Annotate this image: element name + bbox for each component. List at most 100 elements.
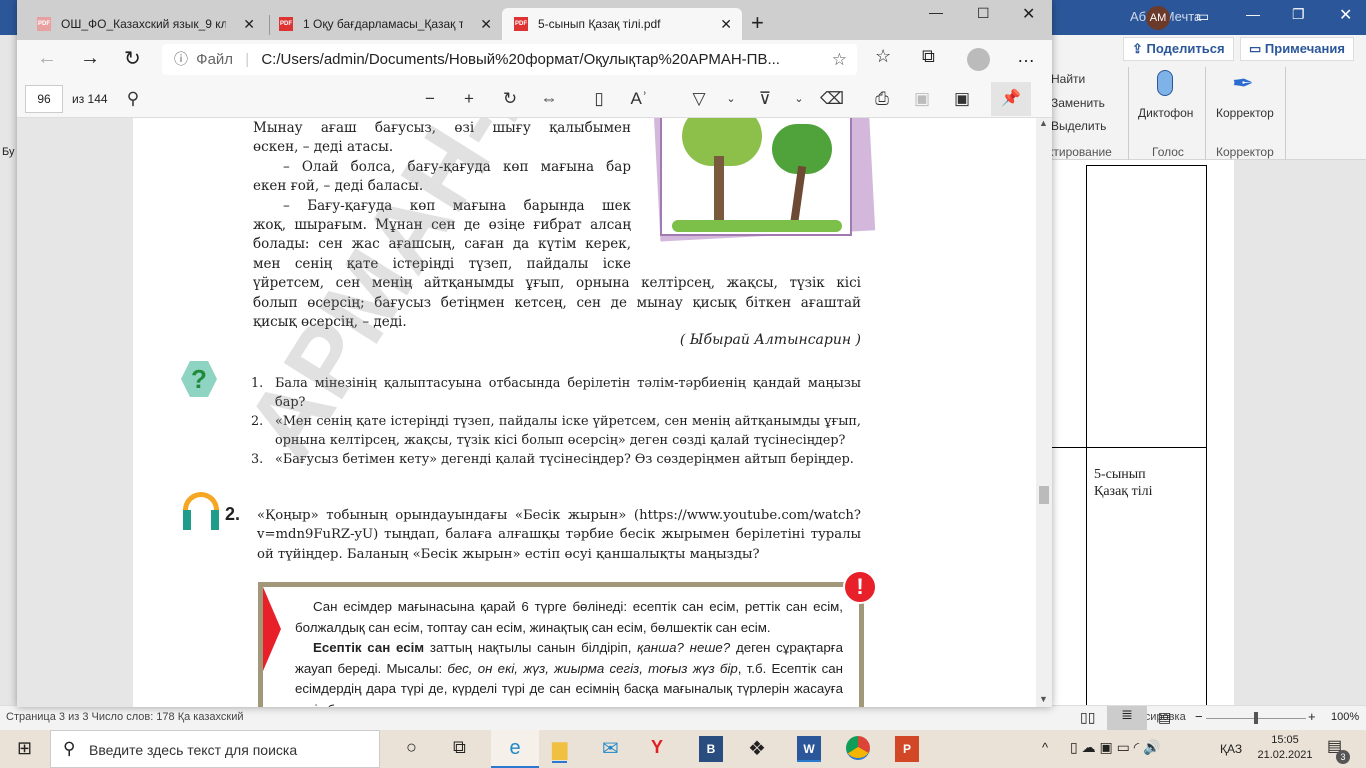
question-item: 3. «Бағусыз бетімен кету» дегенді қалай т… [251,450,861,469]
vpn-app-icon[interactable]: B [699,736,723,762]
task-view-icon[interactable]: ⧉ [453,737,466,758]
print-layout-icon[interactable]: ≣ [1107,706,1147,730]
fit-width-icon[interactable]: ⇔ [537,80,561,118]
task-text: «Қоңыр» тобының орындауындағы «Бесік жыр… [257,508,861,562]
question-icon: ? [181,361,217,397]
dropbox-icon[interactable]: ❖ [748,736,766,761]
note-text: Сан есімдер мағынасына қарай 6 түрге бөл… [295,597,843,707]
favorites-icon[interactable]: ☆ [875,46,891,67]
web-layout-icon[interactable]: ▤ [1158,709,1171,726]
zoom-out-button[interactable]: − [1195,709,1203,724]
tab-3-active[interactable]: PDF 5-сынып Қазақ тілі.pdf ✕ [502,8,742,40]
windows-start-icon[interactable]: ⊞ [17,738,32,759]
chrome-icon[interactable] [846,736,870,760]
avatar[interactable]: AM [1146,6,1170,30]
restore-button[interactable]: ❐ [1292,6,1305,23]
select-button[interactable]: Выделить [1051,119,1106,133]
powerpoint-icon[interactable]: P [895,736,919,762]
highlight-dropdown-icon[interactable]: ⌄ [787,80,811,118]
pdf-icon: PDF [514,17,528,31]
mail-icon[interactable]: ✉ [602,736,619,761]
minimize-button[interactable]: — [929,4,943,20]
tab-1[interactable]: PDF ОШ_ФО_Казахский язык_9 класс ✕ [25,8,265,40]
draw-icon[interactable]: ▽ [687,80,711,118]
address-bar[interactable]: ⓘ Файл | C:/Users/admin/Documents/Новый%… [162,44,857,75]
profile-icon[interactable] [967,48,990,71]
tab-label: 1 Оқу бағдарламасы_Қазақ тілі [303,17,463,31]
zoom-out-icon[interactable]: − [418,80,442,118]
note-italic: бес, он екі, жүз, жиырма сегіз, тоғыз жү… [447,660,738,676]
search-box[interactable]: ⚲ Введите здесь текст для поиска [50,730,380,768]
new-tab-button[interactable]: + [751,10,764,36]
save-as-icon[interactable]: ▣ [950,80,974,118]
close-tab-icon[interactable]: ✕ [480,8,492,40]
close-tab-icon[interactable]: ✕ [720,8,732,40]
back-button[interactable]: ← [37,47,57,70]
zoom-slider-thumb[interactable] [1254,712,1258,724]
zoom-in-icon[interactable]: + [457,80,481,118]
table-cell[interactable]: 5-сынып Қазақ тілі [1094,466,1152,500]
file-explorer-icon[interactable]: ▆ [552,736,568,763]
page-view-icon[interactable]: ▯ [587,80,611,118]
scroll-up-icon[interactable]: ▲ [1039,118,1048,128]
draw-dropdown-icon[interactable]: ⌄ [719,80,743,118]
rotate-icon[interactable]: ↻ [498,80,522,118]
pdf-toolbar: 96 из 144 ⚲ − + ↻ ⇔ ▯ Aʾ ▽ ⌄ ⊽ ⌄ ⌫ ⎙ ▣ ▣… [17,80,1052,118]
forward-button[interactable]: → [80,47,100,70]
word-page: 5-сынып Қазақ тілі [1052,160,1234,710]
find-button[interactable]: Найти [1051,72,1085,86]
language-indicator[interactable]: ҚАЗ [1220,742,1242,756]
question-item: 1. Бала мінезінің қалыптасуына отбасында … [251,374,861,412]
replace-button[interactable]: Заменить [1051,96,1105,110]
zoom-in-button[interactable]: + [1308,709,1316,724]
dictation-button[interactable]: Диктофон [1138,106,1193,120]
question-item: 2. «Мен сенің қате істеріңді түзеп, пайда… [251,412,861,450]
info-icon[interactable]: ⓘ [174,51,188,67]
minimize-button[interactable]: — [1246,6,1260,22]
page-number-input[interactable]: 96 [25,85,63,113]
close-button[interactable]: ✕ [1022,4,1035,24]
read-mode-icon[interactable]: ▯▯ [1080,709,1095,726]
comments-label: Примечания [1264,41,1345,56]
red-marker [263,587,281,671]
group-label-voice: Голос [1152,145,1184,159]
note-span: заттың нақтылы санын білдіріп, [424,640,638,655]
search-icon[interactable]: ⚲ [121,80,145,118]
close-tab-icon[interactable]: ✕ [243,8,255,40]
tab-2[interactable]: PDF 1 Оқу бағдарламасы_Қазақ тілі ✕ [267,8,502,40]
edge-taskbar-icon[interactable]: e [491,730,539,768]
comments-button[interactable]: ▭ Примечания [1240,37,1354,61]
author: ( Ыбырай Алтынсарин ) [679,332,861,348]
eraser-icon[interactable]: ⌫ [820,80,844,118]
share-label: Поделиться [1146,41,1225,56]
add-favorite-icon[interactable]: ☆ [832,44,847,75]
clock[interactable]: 15:05 21.02.2021 [1255,733,1315,763]
save-icon[interactable]: ▣ [910,80,934,118]
text-line: жоқ, шырағым. Мұнан сен де өзіңе ғибрат … [253,217,631,234]
collections-icon[interactable]: ⧉ [922,46,935,67]
read-aloud-icon[interactable]: Aʾ [627,80,651,118]
scroll-down-icon[interactable]: ▼ [1039,694,1048,704]
editor-button[interactable]: Корректор [1216,106,1274,120]
tray-icons[interactable]: ▯ ☁ ▣ ▭ ◜ 🔊 [1070,739,1160,756]
refresh-button[interactable]: ↻ [124,46,141,71]
word-ribbon: ⇪ Поделиться ▭ Примечания Найти Заменить… [1040,35,1366,189]
scroll-thumb[interactable] [1039,486,1049,504]
more-menu-icon[interactable]: … [1017,46,1035,67]
pdf-scrollbar[interactable]: ▲ ▼ [1036,118,1052,707]
yandex-icon[interactable]: Y [651,737,663,758]
word-taskbar-icon[interactable]: W [797,736,821,762]
ribbon-display-icon[interactable]: ▭ [1196,8,1209,25]
close-button[interactable]: ✕ [1339,5,1352,25]
word-status-bar: Страница 3 из 3 Число слов: 178 Қа казах… [0,705,1366,730]
zoom-level[interactable]: 100% [1331,711,1359,723]
edge-window: PDF ОШ_ФО_Казахский язык_9 класс ✕ PDF 1 Оқ… [17,0,1052,707]
highlight-icon[interactable]: ⊽ [753,80,777,118]
show-hidden-icons[interactable]: ^ [1042,740,1048,755]
maximize-button[interactable]: ☐ [977,5,990,22]
print-icon[interactable]: ⎙ [870,80,894,118]
group-label-editor: Корректор [1216,145,1274,159]
pin-toolbar-icon[interactable]: 📌 [991,82,1031,116]
cortana-icon[interactable]: ○ [406,737,417,758]
share-button[interactable]: ⇪ Поделиться [1123,37,1234,61]
